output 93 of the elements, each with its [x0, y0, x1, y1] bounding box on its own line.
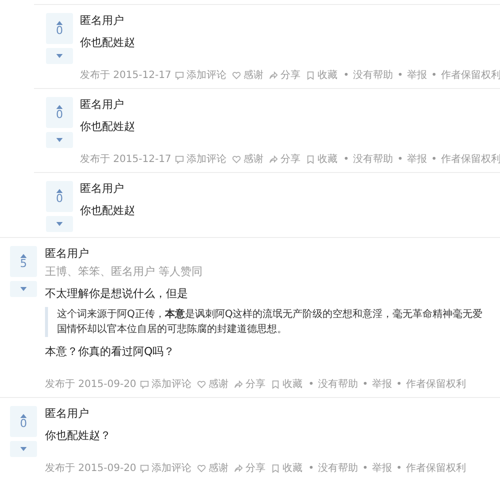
upvote-button[interactable]: 0: [46, 181, 73, 212]
share-icon: [269, 71, 278, 80]
heart-icon: [197, 464, 206, 473]
bookmark-icon: [271, 464, 280, 473]
action-link[interactable]: 没有帮助: [318, 461, 358, 476]
bookmark-icon: [306, 155, 316, 164]
author-name[interactable]: 匿名用户: [80, 97, 486, 113]
publish-date: 发布于 2015-09-20: [45, 378, 136, 392]
action-link[interactable]: 收藏: [306, 68, 338, 83]
voters-text: 王博、笨笨、匿名用户 等人赞同: [45, 264, 204, 280]
action-link[interactable]: 没有帮助: [318, 377, 358, 392]
down-arrow-icon: [20, 447, 27, 451]
action-link[interactable]: 感谢: [197, 461, 228, 476]
downvote-button[interactable]: [10, 441, 37, 457]
upvote-button[interactable]: 0: [10, 406, 37, 437]
bookmark-icon: [271, 380, 280, 389]
action-link[interactable]: 作者保留权利: [406, 377, 466, 392]
author-name[interactable]: 匿名用户: [80, 181, 486, 197]
action-link[interactable]: 分享: [269, 68, 300, 83]
downvote-button[interactable]: [46, 216, 73, 232]
comment-icon: [175, 155, 184, 164]
answer-text: 你也配姓赵: [80, 203, 136, 218]
action-link[interactable]: 没有帮助: [353, 152, 394, 167]
separator-dot: •: [343, 69, 350, 83]
publish-date: 发布于 2015-12-17: [80, 153, 172, 167]
heart-icon: [197, 380, 206, 389]
action-link[interactable]: 添加评论: [140, 461, 192, 476]
up-arrow-icon: [20, 414, 27, 418]
separator-dot: •: [431, 69, 438, 83]
downvote-button[interactable]: [10, 281, 37, 297]
action-link[interactable]: 添加评论: [175, 68, 226, 83]
comment-icon: [175, 71, 184, 80]
up-arrow-icon: [56, 20, 63, 24]
down-arrow-icon: [56, 138, 63, 142]
separator-dot: •: [397, 69, 404, 83]
action-link[interactable]: 添加评论: [140, 377, 192, 392]
author-name[interactable]: 匿名用户: [45, 406, 486, 422]
action-link[interactable]: 分享: [234, 377, 266, 392]
separator-dot: •: [396, 378, 402, 392]
publish-date: 发布于 2015-09-20: [45, 462, 136, 476]
answer-text: 本意？你真的看过阿Q吗？: [45, 344, 176, 359]
action-link[interactable]: 分享: [269, 152, 300, 167]
upvote-button[interactable]: 5: [10, 246, 37, 277]
action-link[interactable]: 举报: [407, 152, 428, 167]
share-icon: [234, 380, 244, 389]
action-link[interactable]: 没有帮助: [353, 68, 394, 83]
comment-icon: [140, 464, 150, 473]
down-arrow-icon: [20, 287, 27, 291]
separator-dot: •: [308, 462, 314, 476]
heart-icon: [232, 71, 242, 80]
action-link[interactable]: 作者保留权利: [441, 68, 500, 83]
author-name[interactable]: 匿名用户: [80, 13, 486, 29]
quote-block: 这个词来源于阿Q正传，本意是讽刺阿Q这样的流氓无产阶级的空想和意淫，毫无革命精神毫无爱国情怀却以官本位自居的可悲陈腐的封建道德思想。: [45, 307, 486, 337]
separator-dot: •: [396, 462, 402, 476]
action-link[interactable]: 感谢: [232, 152, 264, 167]
downvote-button[interactable]: [46, 48, 73, 64]
separator-dot: •: [431, 153, 438, 167]
share-icon: [269, 155, 278, 164]
separator-dot: •: [308, 378, 314, 392]
action-link[interactable]: 作者保留权利: [441, 152, 500, 167]
author-name[interactable]: 匿名用户: [45, 246, 486, 262]
publish-date: 发布于 2015-12-17: [80, 69, 172, 83]
upvote-button[interactable]: 0: [46, 97, 73, 128]
action-link[interactable]: 作者保留权利: [406, 461, 466, 476]
action-link[interactable]: 收藏: [271, 461, 302, 476]
downvote-button[interactable]: [46, 132, 73, 148]
action-link[interactable]: 分享: [234, 461, 266, 476]
answer-text: 不太理解你是想说什么，但是: [45, 286, 189, 301]
action-link[interactable]: 举报: [372, 461, 392, 476]
action-link[interactable]: 收藏: [306, 152, 338, 167]
action-link[interactable]: 举报: [407, 68, 428, 83]
up-arrow-icon: [56, 104, 63, 108]
bookmark-icon: [306, 71, 316, 80]
answer-text: 你也配姓赵: [80, 35, 136, 50]
down-arrow-icon: [56, 222, 63, 226]
up-arrow-icon: [56, 188, 63, 192]
separator-dot: •: [343, 153, 350, 167]
answer-text: 你也配姓赵？: [45, 428, 112, 443]
comment-icon: [140, 380, 150, 389]
down-arrow-icon: [56, 54, 63, 58]
answer-text: 你也配姓赵: [80, 119, 136, 134]
share-icon: [234, 464, 244, 473]
separator-dot: •: [362, 462, 368, 476]
action-link[interactable]: 添加评论: [175, 152, 226, 167]
separator-dot: •: [397, 153, 404, 167]
action-link[interactable]: 收藏: [271, 377, 302, 392]
action-link[interactable]: 感谢: [232, 68, 264, 83]
action-link[interactable]: 感谢: [197, 377, 228, 392]
heart-icon: [232, 155, 242, 164]
up-arrow-icon: [20, 254, 27, 258]
separator-dot: •: [362, 378, 368, 392]
upvote-button[interactable]: 0: [46, 13, 73, 44]
action-link[interactable]: 举报: [372, 377, 392, 392]
